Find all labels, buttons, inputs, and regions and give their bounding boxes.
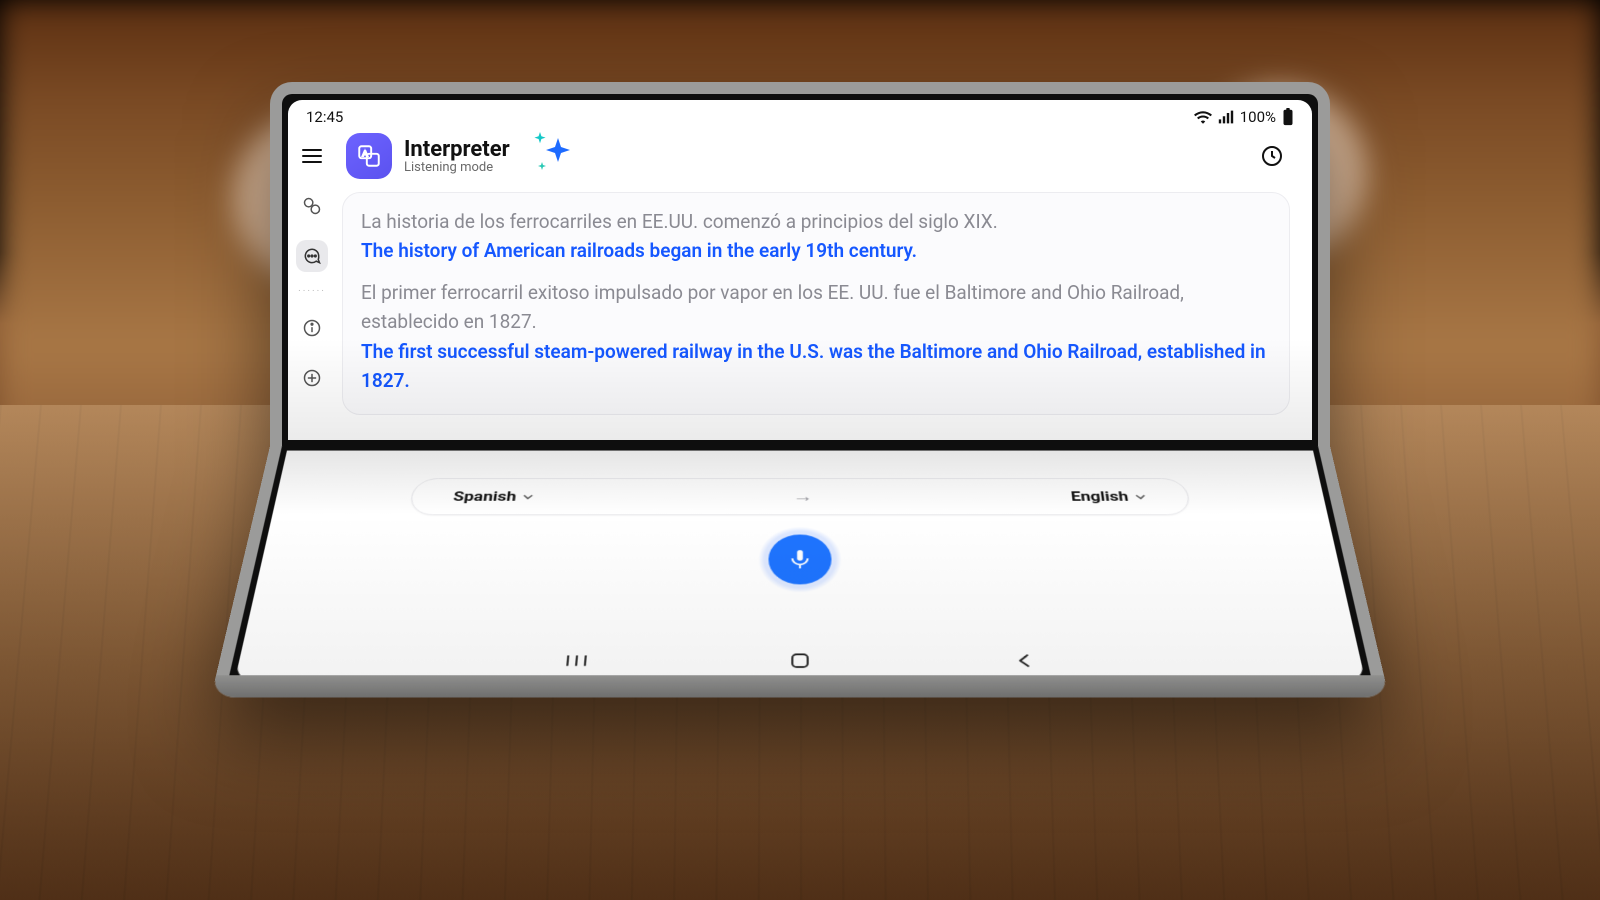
android-nav-bar xyxy=(237,650,1364,672)
battery-icon xyxy=(1282,108,1294,126)
foldable-device: 12:45 100% xyxy=(270,82,1330,746)
mic-button-wrap xyxy=(768,535,832,585)
app-title: Interpreter xyxy=(404,137,510,162)
nav-recents-button[interactable] xyxy=(562,650,590,672)
battery-text: 100% xyxy=(1240,108,1276,126)
source-language-label: Spanish xyxy=(452,489,517,505)
nav-back-button[interactable] xyxy=(1009,650,1037,672)
sparkle-icon xyxy=(524,132,580,180)
rail-divider: ······ xyxy=(298,290,326,294)
screen-bottom: Spanish → English xyxy=(235,451,1365,679)
status-bar: 12:45 100% xyxy=(288,100,1312,128)
menu-button[interactable] xyxy=(296,140,328,172)
history-button[interactable] xyxy=(1258,142,1286,170)
target-language-select[interactable]: English xyxy=(1070,489,1148,505)
target-language-label: English xyxy=(1070,489,1129,505)
status-time: 12:45 xyxy=(306,108,343,126)
app-icon: A xyxy=(346,133,392,179)
translated-text: The history of American railroads began … xyxy=(361,236,1271,265)
chevron-down-icon xyxy=(1134,492,1148,501)
source-text: La historia de los ferrocarriles en EE.U… xyxy=(361,207,1271,236)
app-subtitle: Listening mode xyxy=(404,160,510,175)
controls: Spanish → English xyxy=(235,451,1365,679)
status-right: 100% xyxy=(1194,108,1294,126)
rail-info-icon[interactable] xyxy=(296,312,328,344)
screen-top: 12:45 100% xyxy=(288,100,1312,440)
source-language-select[interactable]: Spanish xyxy=(452,489,535,505)
rail-add-icon[interactable] xyxy=(296,362,328,394)
app-header: A Interpreter Listening mode xyxy=(342,130,1290,192)
source-text: El primer ferrocarril exitoso impulsado … xyxy=(361,278,1271,337)
wifi-icon xyxy=(1194,110,1212,124)
rail-chat-icon[interactable] xyxy=(296,240,328,272)
mic-button[interactable] xyxy=(768,535,832,585)
scene: 12:45 100% xyxy=(0,0,1600,900)
device-top-half: 12:45 100% xyxy=(270,82,1330,446)
device-bottom-half: Spanish → English xyxy=(211,446,1389,697)
translated-text: The first successful steam-powered railw… xyxy=(361,337,1271,396)
side-rail: ······ xyxy=(288,128,336,438)
language-bar: Spanish → English xyxy=(408,478,1191,515)
nav-home-button[interactable] xyxy=(787,650,813,672)
main-area: A Interpreter Listening mode xyxy=(336,128,1312,438)
mic-icon xyxy=(788,548,811,570)
signal-icon xyxy=(1218,110,1234,124)
chevron-down-icon xyxy=(522,492,535,501)
rail-translate-icon[interactable] xyxy=(296,190,328,222)
transcript-card: La historia de los ferrocarriles en EE.U… xyxy=(342,192,1290,415)
arrow-right-icon: → xyxy=(792,487,813,507)
